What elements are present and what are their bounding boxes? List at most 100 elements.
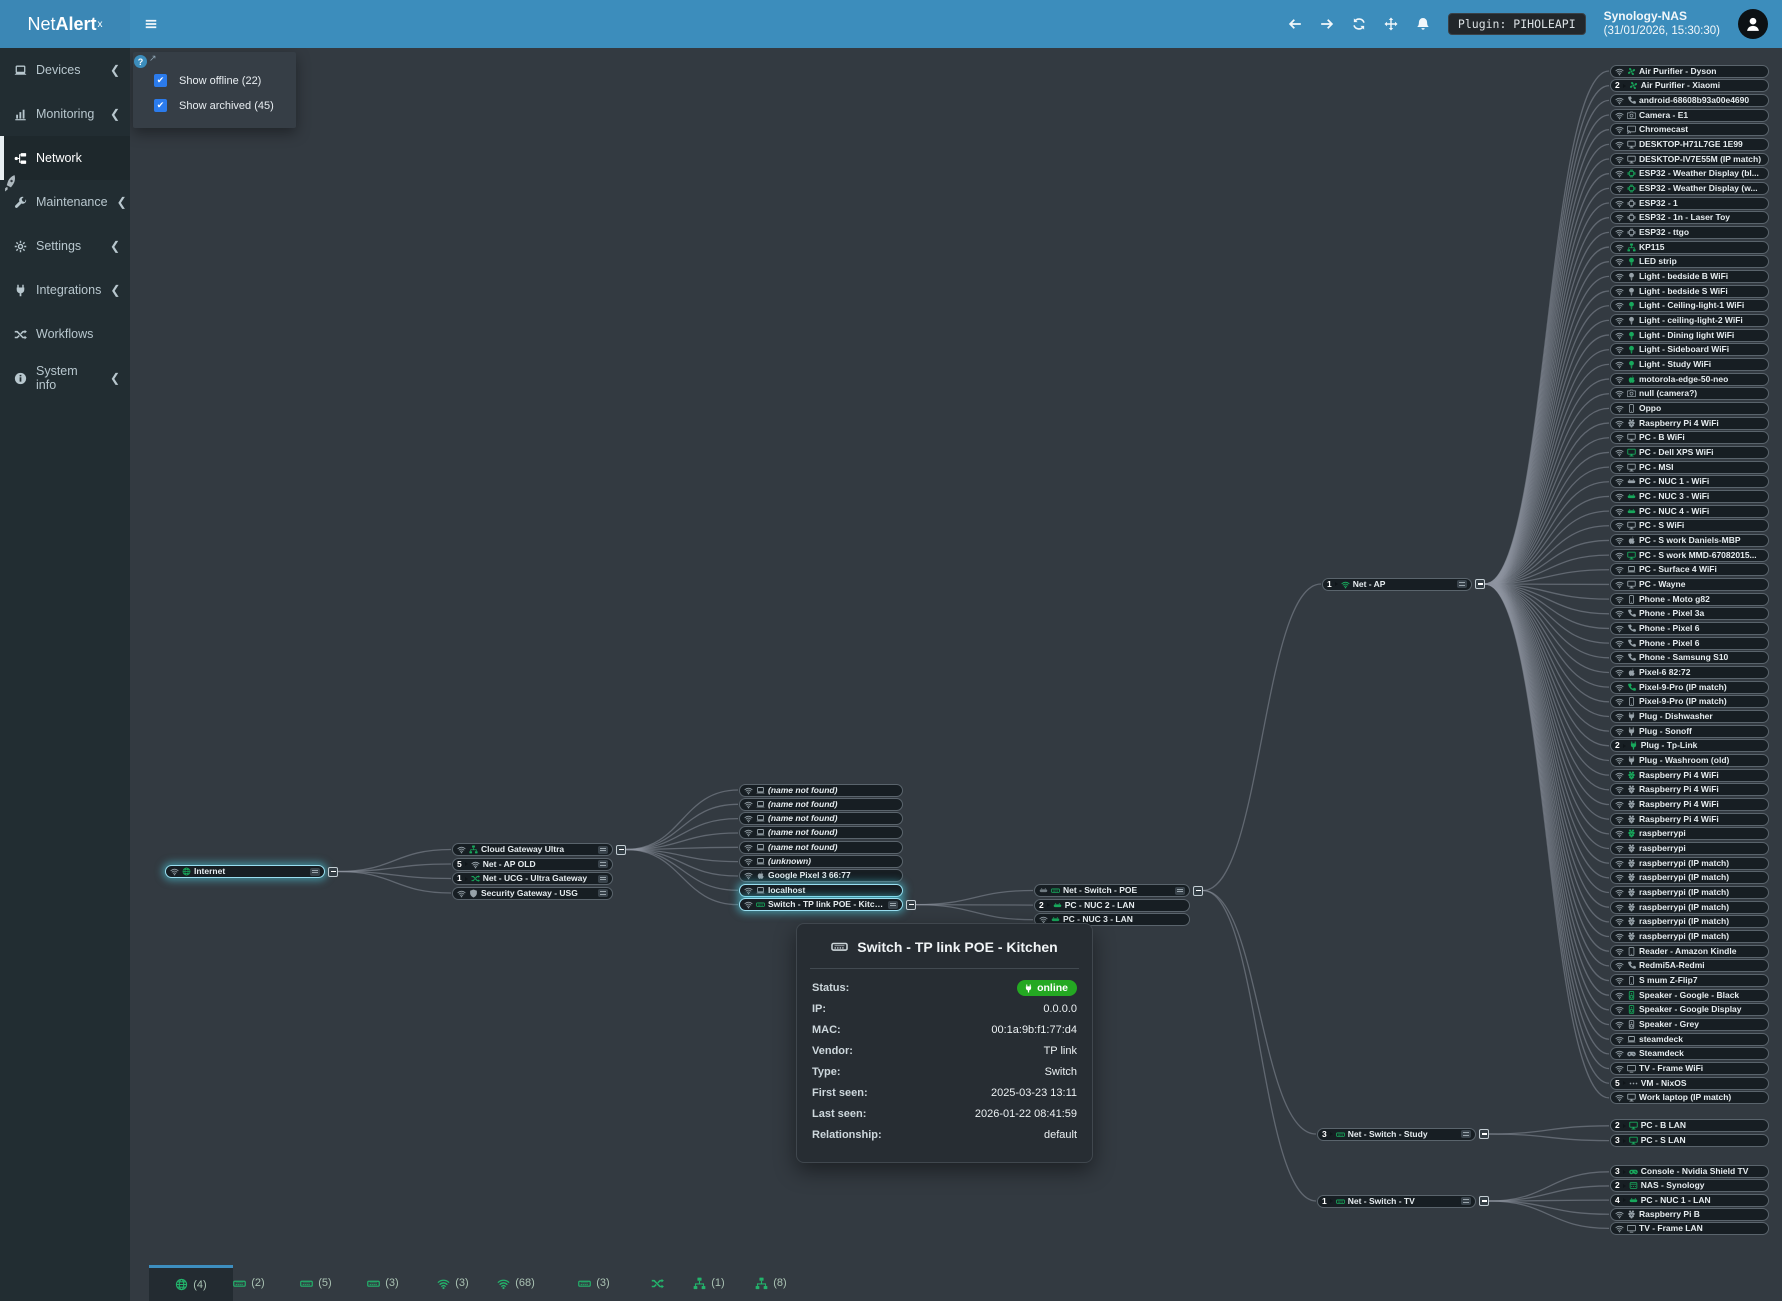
node-google-pixel-3-66-77[interactable]: Google Pixel 3 66:77 (739, 869, 903, 882)
notifications-button[interactable] (1416, 17, 1430, 31)
show-offline-label[interactable]: Show offline (22) (179, 75, 261, 87)
node-desktop-h71l7ge-1e99[interactable]: DESKTOP-H71L7GE 1E99 (1610, 138, 1769, 151)
node-menu-button[interactable] (1457, 580, 1467, 588)
subnet-tab-globe-4[interactable]: (4) (149, 1265, 233, 1301)
node-pc-dell-xps-wifi[interactable]: PC - Dell XPS WiFi (1610, 446, 1769, 459)
sidebar-toggle-button[interactable] (130, 0, 172, 48)
node-plug-dishwasher[interactable]: Plug - Dishwasher (1610, 710, 1769, 723)
sidebar-item-devices[interactable]: Devices❮ (0, 48, 130, 92)
subnet-tab-switch-2[interactable]: (2) (223, 1265, 275, 1301)
node-name-not-found[interactable]: (name not found) (739, 784, 903, 797)
refresh-button[interactable] (1352, 17, 1366, 31)
node-light-study-wifi[interactable]: Light - Study WiFi (1610, 358, 1769, 371)
collapse-button-switch-tp-link-poe-kitchen[interactable] (906, 900, 916, 910)
node-menu-button[interactable] (1175, 887, 1185, 895)
node-menu-button[interactable] (598, 875, 608, 883)
node-cloud-gateway-ultra[interactable]: Cloud Gateway Ultra (452, 843, 613, 856)
node-steamdeck[interactable]: steamdeck (1610, 1033, 1769, 1046)
node-raspberrypi-ip-match[interactable]: raspberrypi (IP match) (1610, 886, 1769, 899)
node-pc-s-wifi[interactable]: PC - S WiFi (1610, 519, 1769, 532)
subnet-tab-wifi-68[interactable]: (68) (490, 1265, 542, 1301)
show-offline-checkbox[interactable]: ✔ (154, 74, 167, 87)
node-led-strip[interactable]: LED strip (1610, 255, 1769, 268)
node-light-bedside-b-wifi[interactable]: Light - bedside B WiFi (1610, 270, 1769, 283)
subnet-tab-sitemap-8[interactable]: (8) (745, 1265, 797, 1301)
sidebar-item-settings[interactable]: Settings❮ (0, 224, 130, 268)
collapse-button-net-switch-study[interactable] (1479, 1129, 1489, 1139)
node-speaker-google-black[interactable]: Speaker - Google - Black (1610, 989, 1769, 1002)
show-archived-checkbox[interactable]: ✔ (154, 99, 167, 112)
node-raspberry-pi-4-wifi[interactable]: Raspberry Pi 4 WiFi (1610, 769, 1769, 782)
node-esp32-weather-display-w[interactable]: ESP32 - Weather Display (w... (1610, 182, 1769, 195)
node-name-not-found[interactable]: (name not found) (739, 798, 903, 811)
node-localhost[interactable]: localhost (739, 884, 903, 897)
node-name-not-found[interactable]: (name not found) (739, 826, 903, 839)
node-phone-pixel-6[interactable]: Phone - Pixel 6 (1610, 622, 1769, 635)
nav-back-button[interactable] (1288, 17, 1302, 31)
node-pixel-9-pro-ip-match[interactable]: Pixel-9-Pro (IP match) (1610, 681, 1769, 694)
node-phone-pixel-6[interactable]: Phone - Pixel 6 (1610, 637, 1769, 650)
node-oppo[interactable]: Oppo (1610, 402, 1769, 415)
node-net-switch-study[interactable]: 3Net - Switch - Study (1317, 1128, 1476, 1141)
node-net-ap-old[interactable]: 5Net - AP OLD (452, 858, 613, 871)
node-raspberrypi[interactable]: raspberrypi (1610, 827, 1769, 840)
node-raspberrypi-ip-match[interactable]: raspberrypi (IP match) (1610, 915, 1769, 928)
collapse-button-net-ap[interactable] (1475, 579, 1485, 589)
node-nas-synology[interactable]: 2NAS - Synology (1610, 1179, 1769, 1192)
node-raspberry-pi-4-wifi[interactable]: Raspberry Pi 4 WiFi (1610, 798, 1769, 811)
node-esp32-1[interactable]: ESP32 - 1 (1610, 197, 1769, 210)
node-light-bedside-s-wifi[interactable]: Light - bedside S WiFi (1610, 285, 1769, 298)
node-raspberrypi-ip-match[interactable]: raspberrypi (IP match) (1610, 901, 1769, 914)
node-pc-s-work-daniels-mbp[interactable]: PC - S work Daniels-MBP (1610, 534, 1769, 547)
node-tv-frame-lan[interactable]: TV - Frame LAN (1610, 1222, 1769, 1235)
node-raspberry-pi-b[interactable]: Raspberry Pi B (1610, 1208, 1769, 1221)
node-work-laptop-ip-match[interactable]: Work laptop (IP match) (1610, 1091, 1769, 1104)
node-air-purifier-xiaomi[interactable]: 2Air Purifier - Xiaomi (1610, 79, 1769, 92)
node-pc-b-wifi[interactable]: PC - B WiFi (1610, 431, 1769, 444)
help-icon[interactable]: ? (134, 55, 147, 68)
node-chromecast[interactable]: Chromecast (1610, 123, 1769, 136)
subnet-tab-switch-3[interactable]: (3) (568, 1265, 620, 1301)
node-net-switch-tv[interactable]: 1Net - Switch - TV (1317, 1195, 1476, 1208)
node-phone-pixel-3a[interactable]: Phone - Pixel 3a (1610, 607, 1769, 620)
node-pc-surface-4-wifi[interactable]: PC - Surface 4 WiFi (1610, 563, 1769, 576)
node-pc-nuc-4-wifi[interactable]: PC - NUC 4 - WiFi (1610, 505, 1769, 518)
collapse-button-net-switch-tv[interactable] (1479, 1196, 1489, 1206)
node-raspberrypi[interactable]: raspberrypi (1610, 842, 1769, 855)
node-raspberrypi-ip-match[interactable]: raspberrypi (IP match) (1610, 857, 1769, 870)
node-plug-washroom-old[interactable]: Plug - Washroom (old) (1610, 754, 1769, 767)
node-pc-wayne[interactable]: PC - Wayne (1610, 578, 1769, 591)
node-esp32-weather-display-bl[interactable]: ESP32 - Weather Display (bl... (1610, 167, 1769, 180)
node-null-camera[interactable]: null (camera?) (1610, 387, 1769, 400)
node-s-mum-z-flip7[interactable]: S mum Z-Flip7 (1610, 974, 1769, 987)
node-esp32-1n-laser-toy[interactable]: ESP32 - 1n - Laser Toy (1610, 211, 1769, 224)
node-menu-button[interactable] (598, 846, 608, 854)
node-pc-s-lan[interactable]: 3PC - S LAN (1610, 1134, 1769, 1147)
subnet-tab-switch-3[interactable]: (3) (357, 1265, 409, 1301)
node-kp115[interactable]: KP115 (1610, 241, 1769, 254)
node-net-switch-poe[interactable]: Net - Switch - POE (1034, 884, 1190, 897)
nav-forward-button[interactable] (1320, 17, 1334, 31)
node-menu-button[interactable] (598, 860, 608, 868)
node-pc-b-lan[interactable]: 2PC - B LAN (1610, 1119, 1769, 1132)
node-console-nvidia-shield-tv[interactable]: 3Console - Nvidia Shield TV (1610, 1165, 1769, 1178)
node-steamdeck[interactable]: Steamdeck (1610, 1047, 1769, 1060)
node-security-gateway-usg[interactable]: Security Gateway - USG (452, 887, 613, 900)
node-plug-tp-link[interactable]: 2Plug - Tp-Link (1610, 739, 1769, 752)
node-raspberrypi-ip-match[interactable]: raspberrypi (IP match) (1610, 871, 1769, 884)
node-menu-button[interactable] (598, 889, 608, 897)
node-menu-button[interactable] (1461, 1130, 1471, 1138)
sidebar-item-network[interactable]: Network (0, 136, 130, 180)
sidebar-item-system-info[interactable]: System info❮ (0, 356, 130, 400)
node-desktop-iv7e55m-ip-match[interactable]: DESKTOP-IV7E55M (IP match) (1610, 153, 1769, 166)
node-raspberry-pi-4-wifi[interactable]: Raspberry Pi 4 WiFi (1610, 813, 1769, 826)
node-pc-nuc-1-wifi[interactable]: PC - NUC 1 - WiFi (1610, 475, 1769, 488)
node-redmi5a-redmi[interactable]: Redmi5A-Redmi (1610, 959, 1769, 972)
node-pc-s-work-mmd-67082015[interactable]: PC - S work MMD-67082015... (1610, 549, 1769, 562)
subnet-tab-sitemap-1[interactable]: (1) (683, 1265, 735, 1301)
subnet-tab-wifi-3[interactable]: (3) (427, 1265, 479, 1301)
node-light-dining-light-wifi[interactable]: Light - Dining light WiFi (1610, 329, 1769, 342)
node-net-ap[interactable]: 1Net - AP (1322, 578, 1472, 591)
subnet-tab-switch-5[interactable]: (5) (290, 1265, 342, 1301)
collapse-button-cloud-gateway-ultra[interactable] (616, 845, 626, 855)
